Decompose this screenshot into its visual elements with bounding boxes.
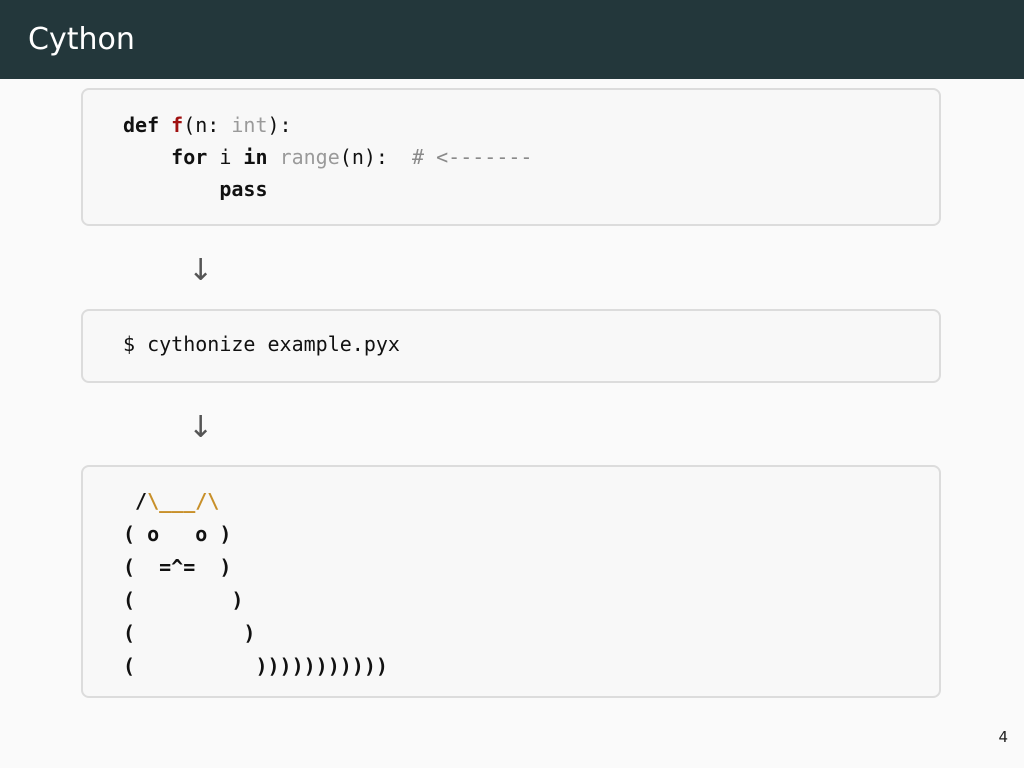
command-block: $ cythonize example.pyx [81, 309, 941, 383]
builtin-range: range [279, 145, 340, 169]
code-range-args: (n): [339, 145, 413, 169]
function-name: f [171, 113, 184, 137]
command-text: $ cythonize example.pyx [123, 332, 400, 356]
title-bar: Cython [0, 0, 1024, 79]
slide-title: Cython [28, 22, 135, 57]
code-comment: # <------- [412, 145, 533, 169]
keyword-in: in [243, 145, 268, 169]
ascii-line-6: ( ))))))))))) [123, 654, 388, 678]
ascii-line-4: ( ) [123, 588, 244, 612]
keyword-for: for [171, 145, 208, 169]
ascii-art-cat: /\___/\ ( o o ) ( =^= ) ( ) ( ) ( ))))))… [123, 485, 388, 683]
code-params-close: ): [267, 113, 292, 137]
code-params-open: (n: [183, 113, 232, 137]
ascii-line-1a: / [123, 489, 148, 513]
ascii-line-5: ( ) [123, 621, 256, 645]
ascii-line-3: ( =^= ) [123, 555, 232, 579]
down-arrow-icon: ↓ [188, 410, 214, 445]
code-text: def f(n: int): for i in range(n): # <---… [123, 109, 532, 205]
down-arrow-icon: ↓ [188, 253, 214, 288]
page-number: 4 [998, 728, 1008, 746]
ascii-art-block: /\___/\ ( o o ) ( =^= ) ( ) ( ) ( ))))))… [81, 465, 941, 698]
ascii-line-2: ( o o ) [123, 522, 232, 546]
ascii-line-1b: \___/\ [147, 489, 220, 513]
keyword-def: def [123, 113, 160, 137]
keyword-pass: pass [219, 177, 268, 201]
slide: Cython def f(n: int): for i in range(n):… [0, 0, 1024, 768]
code-loop-var: i [207, 145, 244, 169]
type-int: int [231, 113, 268, 137]
code-block-python: def f(n: int): for i in range(n): # <---… [81, 88, 941, 226]
